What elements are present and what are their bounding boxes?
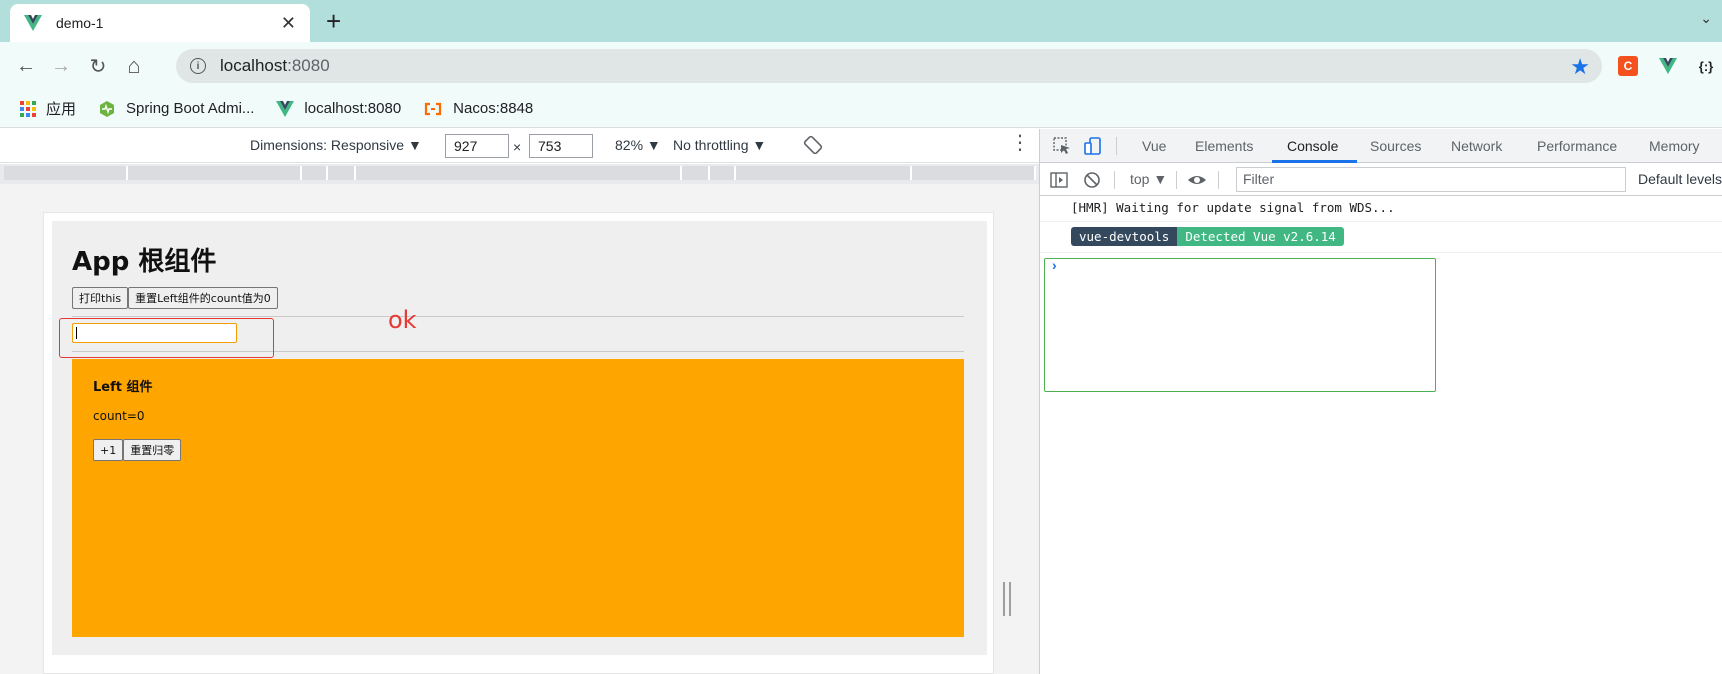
height-input[interactable]	[529, 134, 593, 158]
url-text: localhost:8080	[220, 56, 330, 75]
tab-performance[interactable]: Performance	[1537, 138, 1617, 154]
tab-memory[interactable]: Memory	[1649, 138, 1700, 154]
tab-sources[interactable]: Sources	[1370, 138, 1421, 154]
json-extension-icon[interactable]: {:}	[1696, 56, 1716, 76]
spring-boot-admin-icon	[98, 100, 116, 118]
console-message: vue-devtools Detected Vue v2.6.14	[1040, 223, 1722, 253]
nacos-icon	[423, 102, 443, 116]
extension-c-icon[interactable]: C	[1618, 56, 1638, 76]
back-arrow-icon[interactable]: ←	[12, 52, 40, 80]
app-heading: App 根组件	[72, 247, 217, 277]
clear-console-icon[interactable]	[1082, 170, 1102, 190]
dimension-times: ×	[513, 139, 522, 155]
throttling-select[interactable]: No throttling ▼	[673, 137, 766, 153]
bookmark-localhost[interactable]: localhost:8080	[276, 100, 401, 117]
tab-elements[interactable]: Elements	[1195, 138, 1253, 154]
device-toolbar-toggle-icon[interactable]	[1083, 136, 1103, 156]
forward-arrow-icon[interactable]: →	[47, 52, 75, 80]
console-message: [HMR] Waiting for update signal from WDS…	[1040, 197, 1722, 222]
context-select[interactable]: top ▼	[1130, 171, 1167, 187]
rotate-icon[interactable]	[803, 135, 823, 158]
emulated-viewport: App 根组件 打印this 重置Left组件的count值为0 Left 组件…	[0, 184, 1039, 674]
left-button-row: +1 重置归零	[93, 439, 182, 461]
toolbar-separator	[1218, 171, 1219, 189]
reload-icon[interactable]: ↻	[84, 52, 112, 80]
left-component: Left 组件 count=0 +1 重置归零	[72, 359, 964, 637]
vue-version-badge: Detected Vue v2.6.14	[1177, 227, 1344, 246]
more-options-icon[interactable]: ⋮	[1010, 133, 1030, 153]
dimensions-select[interactable]: Dimensions: Responsive ▼	[250, 137, 422, 153]
live-expression-eye-icon[interactable]	[1187, 170, 1207, 190]
tab-search-chevron-icon[interactable]: ⌄	[1700, 10, 1712, 27]
reset-zero-button[interactable]: 重置归零	[123, 439, 182, 461]
annotation-ok-text: ok	[388, 306, 417, 334]
bookmarks-bar: 应用 Spring Boot Admi... localhost:8080 Na…	[0, 90, 1722, 128]
toolbar-separator	[1114, 171, 1115, 189]
divider	[72, 316, 964, 317]
address-bar[interactable]: i localhost:8080 ★	[176, 49, 1602, 83]
bookmark-star-icon[interactable]: ★	[1570, 54, 1590, 80]
page-surface: App 根组件 打印this 重置Left组件的count值为0 Left 组件…	[43, 212, 994, 674]
bookmark-nacos[interactable]: Nacos:8848	[423, 100, 533, 117]
bookmark-label: Nacos:8848	[453, 100, 534, 117]
browser-toolbar: ← → ↻ ⌂ i localhost:8080 ★ C {:}	[0, 42, 1722, 90]
device-toolbar: Dimensions: Responsive ▼ × 82% ▼ No thro…	[0, 129, 1039, 163]
inspect-element-icon[interactable]	[1052, 136, 1072, 156]
zoom-select[interactable]: 82% ▼	[615, 137, 661, 153]
print-this-button[interactable]: 打印this	[72, 287, 129, 309]
sidebar-toggle-icon[interactable]	[1049, 170, 1069, 190]
app-button-row: 打印this 重置Left组件的count值为0	[72, 287, 278, 309]
vue-devtools-badge: vue-devtools	[1071, 227, 1178, 246]
tab-vue[interactable]: Vue	[1142, 138, 1166, 154]
vue-logo-icon	[24, 15, 42, 31]
devtools-tab-bar: Vue Elements Console Sources Network Per…	[1040, 129, 1722, 163]
active-tab-indicator	[1272, 160, 1357, 163]
new-tab-button[interactable]: +	[326, 8, 341, 34]
site-info-icon[interactable]: i	[190, 58, 206, 74]
increment-button[interactable]: +1	[93, 439, 124, 461]
left-heading: Left 组件	[93, 380, 153, 395]
toolbar-separator	[1116, 137, 1117, 155]
log-levels-select[interactable]: Default levels	[1638, 171, 1722, 187]
apps-grid-icon	[20, 100, 36, 117]
media-query-ruler	[0, 164, 1039, 184]
bookmark-label: Spring Boot Admi...	[126, 100, 255, 117]
console-toolbar: top ▼ Filter Default levels	[1040, 164, 1722, 196]
width-input[interactable]	[445, 134, 509, 158]
toolbar-separator	[1176, 171, 1177, 189]
console-prompt-highlight[interactable]: ›	[1044, 257, 1436, 392]
browser-tab[interactable]: demo-1 ✕	[10, 4, 310, 42]
annotation-highlight-box	[59, 318, 274, 358]
bookmark-spring-boot-admin[interactable]: Spring Boot Admi...	[98, 100, 254, 118]
bookmark-label: 应用	[46, 101, 77, 118]
app-root-component: App 根组件 打印this 重置Left组件的count值为0 Left 组件…	[52, 221, 987, 655]
tab-network[interactable]: Network	[1451, 138, 1502, 154]
resize-handle[interactable]	[1003, 582, 1011, 616]
vue-logo-icon	[276, 100, 295, 117]
tab-strip: demo-1 ✕ + ⌄	[0, 0, 1722, 42]
tab-close-icon[interactable]: ✕	[281, 14, 296, 32]
filter-input[interactable]: Filter	[1236, 167, 1626, 192]
tab-console[interactable]: Console	[1287, 138, 1338, 154]
devtools-panel: Vue Elements Console Sources Network Per…	[1039, 129, 1722, 674]
home-icon[interactable]: ⌂	[120, 52, 148, 80]
bookmark-apps[interactable]: 应用	[20, 98, 76, 119]
vue-devtools-extension-icon[interactable]	[1658, 56, 1678, 76]
reset-left-count-button[interactable]: 重置Left组件的count值为0	[128, 287, 278, 309]
count-text: count=0	[93, 409, 145, 423]
bookmark-label: localhost:8080	[304, 100, 402, 117]
prompt-chevron-icon: ›	[1052, 257, 1057, 273]
tab-title: demo-1	[56, 15, 104, 31]
